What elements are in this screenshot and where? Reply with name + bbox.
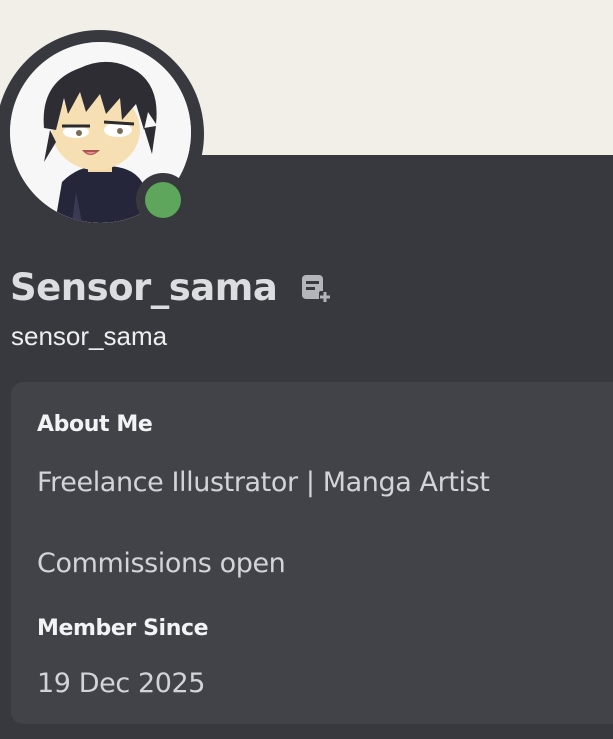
display-name-row: Sensor_sama — [10, 265, 333, 311]
about-me-title: About Me — [37, 412, 153, 437]
display-name: Sensor_sama — [10, 266, 278, 309]
member-since-date: 19 Dec 2025 — [37, 668, 206, 699]
about-me-text: Freelance Illustrator | Manga Artist Com… — [37, 462, 490, 584]
add-note-icon[interactable] — [299, 271, 333, 305]
online-status-icon — [145, 182, 181, 218]
about-line: Freelance Illustrator | Manga Artist — [37, 467, 490, 498]
about-line: Commissions open — [37, 548, 286, 579]
username: sensor_sama — [11, 321, 168, 351]
member-since-title: Member Since — [37, 616, 209, 641]
